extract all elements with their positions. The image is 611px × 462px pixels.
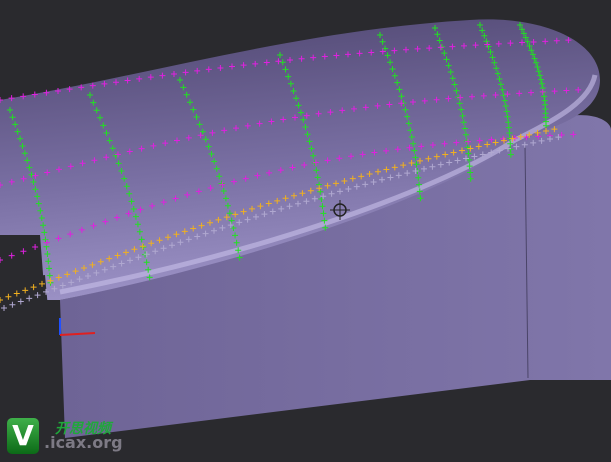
point-marker bbox=[20, 248, 27, 255]
point-marker bbox=[8, 252, 15, 259]
watermark-url: .icax.org bbox=[44, 433, 123, 452]
logo-icon: V bbox=[7, 418, 39, 454]
point-marker bbox=[32, 243, 39, 250]
point-marker bbox=[0, 257, 3, 263]
cad-viewport[interactable] bbox=[0, 0, 611, 462]
